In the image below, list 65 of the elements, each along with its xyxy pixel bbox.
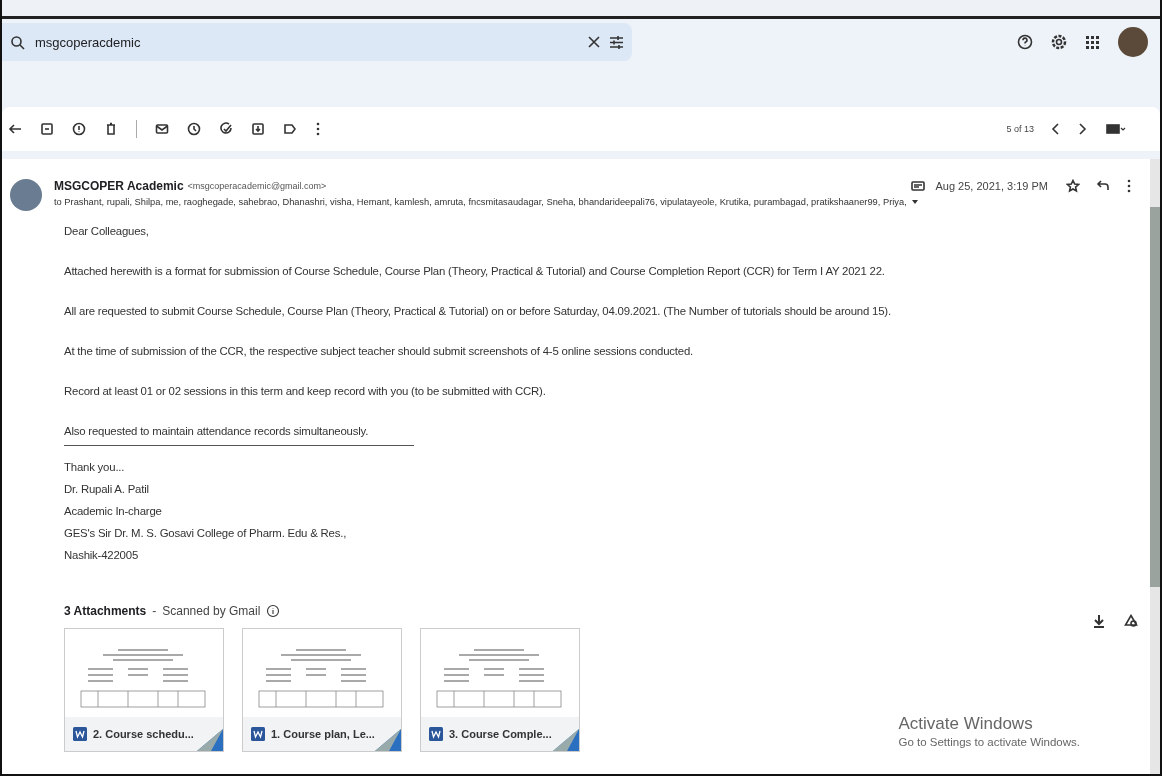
word-document-icon [73, 727, 87, 741]
body-paragraph: All are requested to submit Course Schedule, Course Plan (Theory, Practical & Tutorial) on or before Saturday, 04.09.2021. (The Number of tutorials should be around 15). [64, 305, 892, 317]
chevron-right-icon[interactable] [1078, 122, 1088, 136]
filter-sliders-icon[interactable] [609, 34, 624, 50]
activation-title: Activate Windows [898, 714, 1034, 734]
reply-icon[interactable] [1096, 179, 1110, 193]
clock-icon[interactable] [187, 122, 201, 136]
message-date: Aug 25, 2021, 3:19 PM [935, 180, 1048, 192]
sender-email: <msgcoperacademic@gmail.com> [187, 181, 327, 191]
attachment-name: 1. Course plan, Le... [271, 728, 375, 740]
label-icon[interactable] [283, 122, 297, 136]
body-paragraph: Record at least 01 or 02 sessions in this term and keep record with you (to be submitted with CCR). [64, 385, 547, 397]
star-icon[interactable] [1066, 179, 1080, 193]
signature-line: GES's Sir Dr. M. S. Gosavi College of Pharm. Edu & Res., [64, 526, 348, 541]
signature-line: Thank you... [64, 460, 126, 475]
page-corner-icon [197, 729, 223, 751]
account-avatar[interactable] [1118, 27, 1148, 57]
attachment-card[interactable]: 1. Course plan, Le... [242, 628, 402, 752]
archive-icon[interactable] [40, 122, 54, 136]
scan-note: Scanned by Gmail [162, 604, 261, 618]
search-icon[interactable] [10, 34, 25, 50]
page-corner-icon [553, 729, 579, 751]
help-icon[interactable] [1017, 34, 1033, 50]
body-paragraph: Attached herewith is a format for submission of Course Schedule, Course Plan (Theory, Practical & Tutorial) and Course Completion Report (CCR) for Term I AY 2021 22. [64, 265, 886, 277]
signature-line: Nashik-422005 [64, 548, 140, 563]
attachment-name: 3. Course Comple... [449, 728, 552, 740]
move-to-icon[interactable] [251, 122, 265, 136]
chevron-left-icon[interactable] [1050, 122, 1060, 136]
info-icon[interactable] [266, 604, 281, 618]
attachments-heading: 3 Attachments [64, 604, 147, 618]
word-document-icon [251, 727, 265, 741]
label-icon [911, 179, 926, 193]
drive-add-icon[interactable] [1124, 614, 1138, 628]
body-paragraph: At the time of submission of the CCR, the respective subject teacher should submit screenshots of 4-5 online sessions conducted. [64, 345, 695, 357]
signature-line: Dr. Rupali A. Patil [64, 482, 150, 497]
separator-dash: - [152, 604, 157, 618]
add-task-icon[interactable] [219, 122, 233, 136]
page-corner-icon [375, 729, 401, 751]
search-bar[interactable]: msgcoperacdemic [2, 23, 632, 61]
body-paragraph: Also requested to maintain attendance records simultaneously. [64, 425, 370, 437]
report-icon[interactable] [72, 122, 86, 136]
word-document-icon [429, 727, 443, 741]
pagination-count: 5 of 13 [1006, 124, 1034, 134]
dropdown-caret-icon[interactable] [910, 199, 919, 205]
sender-avatar [10, 179, 42, 211]
signature-line: Academic In-charge [64, 504, 163, 519]
back-arrow-icon[interactable] [8, 122, 22, 136]
greeting-text: Dear Colleagues, [64, 225, 150, 237]
attachment-card[interactable]: 2. Course schedu... [64, 628, 224, 752]
more-vertical-icon[interactable] [1126, 179, 1132, 193]
attachment-card[interactable]: 3. Course Comple... [420, 628, 580, 752]
more-vertical-icon[interactable] [315, 122, 321, 136]
envelope-icon[interactable] [155, 122, 169, 136]
settings-icon[interactable] [1051, 34, 1067, 50]
sender-name: MSGCOPER Academic [54, 179, 184, 193]
download-icon[interactable] [1092, 614, 1106, 628]
close-icon[interactable] [587, 35, 601, 49]
keyboard-icon[interactable] [1106, 122, 1126, 136]
attachment-name: 2. Course schedu... [93, 728, 194, 740]
activation-message: Go to Settings to activate Windows. [898, 736, 1080, 748]
search-field[interactable]: msgcoperacdemic [33, 33, 579, 51]
scrollbar[interactable] [1150, 159, 1160, 774]
apps-grid-icon[interactable] [1085, 34, 1100, 50]
recipient-list: to Prashant, rupali, Shilpa, me, raoghegade, sahebrao, Dhanashri, visha, Hemant, kamlesh, amruta, fncsmitasaudagar, Sneha, bhandarideepali76, vipulatayeole, Krutika, purambagad, pratikshaaner99, Priya, [54, 197, 907, 207]
trash-icon[interactable] [104, 122, 118, 136]
